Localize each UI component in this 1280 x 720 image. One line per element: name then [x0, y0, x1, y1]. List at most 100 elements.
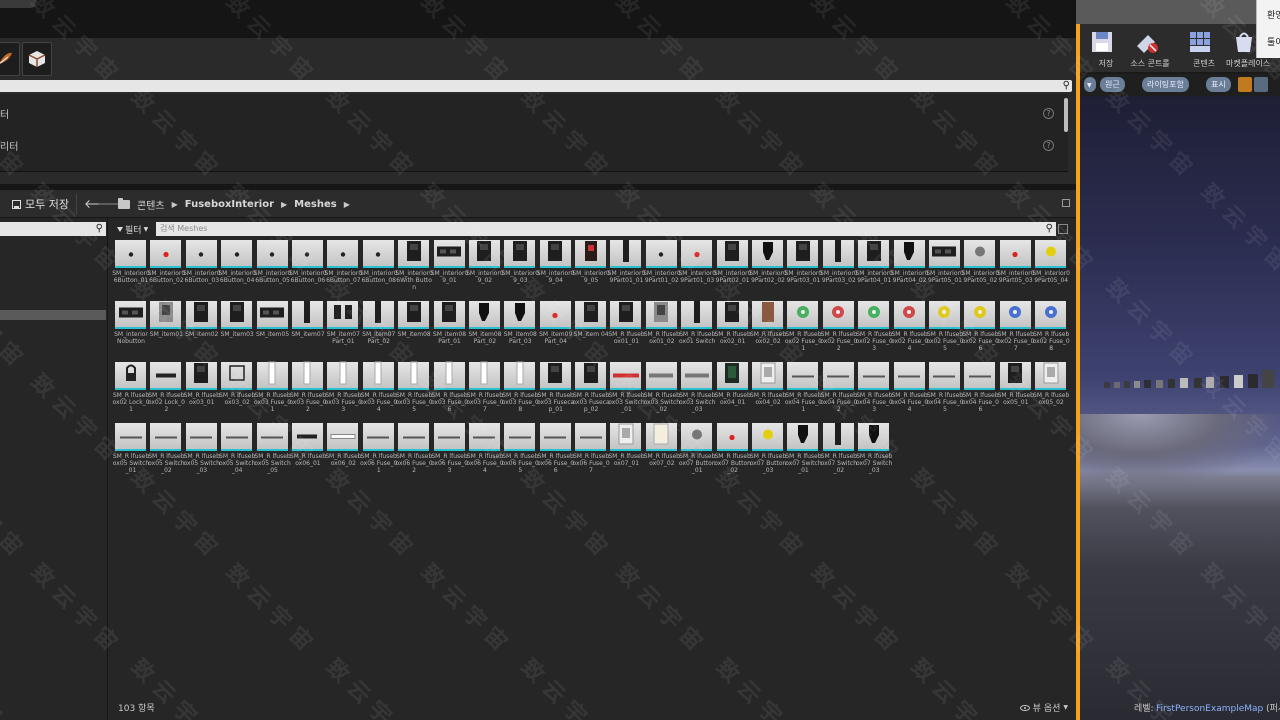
asset-tile[interactable]: SM_interior09_05: [572, 238, 610, 298]
asset-tile[interactable]: SM_R lfusebox03 Fuse_06: [431, 360, 468, 420]
asset-tile[interactable]: SM_R lfusebox03 Fuse_03: [325, 360, 362, 420]
asset-tile[interactable]: SM_interior09Part05_03: [997, 238, 1035, 298]
asset-tile[interactable]: SM_R lfusebox06 Fuse_01: [360, 421, 397, 481]
tab-stub[interactable]: [0, 0, 36, 8]
asset-tile[interactable]: SM_R lfusebox06 Fuse_02: [396, 421, 433, 481]
asset-tile[interactable]: SM_interior09_03: [502, 238, 539, 298]
asset-tile[interactable]: SM_R lfusebox03 Fuse_08: [502, 360, 539, 420]
asset-tile[interactable]: SM_R lfusebox06 Fuse_06: [537, 421, 574, 481]
asset-tile[interactable]: SM_R lfusebox02_01: [715, 299, 751, 359]
asset-tile[interactable]: SM_R lfusebox02 Fuse_07: [997, 299, 1034, 359]
asset-tile[interactable]: SM_R lfusebox05_01: [998, 360, 1034, 420]
view-options-button[interactable]: 뷰 옵션 ▼: [1019, 701, 1068, 714]
asset-tile[interactable]: SM_interior06Button_04: [218, 238, 256, 298]
asset-tile[interactable]: SM_R lfusebox04 Fuse_04: [891, 360, 928, 420]
asset-tile[interactable]: SM_item08 Part_02: [468, 299, 502, 359]
source-control-button[interactable]: 소스 콘트롤: [1128, 28, 1172, 68]
asset-tile[interactable]: SM_R lfusebox02 Fuse_01: [785, 299, 822, 359]
asset-tile[interactable]: SM_interior09Part05_01: [926, 238, 964, 298]
help-icon[interactable]: ?: [1043, 140, 1054, 151]
lit-mode-button[interactable]: 라이팅포함: [1142, 77, 1189, 92]
chevron-right-icon[interactable]: ▶: [172, 200, 178, 209]
geometry-tool-button[interactable]: [22, 42, 52, 76]
asset-tile[interactable]: SM_R lfusebox02 Fuse_03: [856, 299, 893, 359]
asset-tile[interactable]: SM_R lfusebox06 Fuse_04: [466, 421, 503, 481]
asset-tile[interactable]: SM_R lfusebox06_02: [325, 421, 361, 481]
asset-tile[interactable]: SM_interior06Button_02: [148, 238, 185, 298]
asset-tile[interactable]: SM_R lfusebox02 Fuse_05: [926, 299, 964, 359]
asset-tile[interactable]: SM_R lfusebox05 Switch_05: [254, 421, 291, 481]
show-button[interactable]: 표시: [1206, 77, 1231, 92]
chevron-right-icon[interactable]: ▶: [344, 200, 350, 209]
camera-speed-icon[interactable]: [1254, 77, 1268, 92]
details-row[interactable]: 터: [0, 106, 9, 121]
asset-tile[interactable]: SM_interior09Part04_02: [891, 238, 928, 298]
asset-tile[interactable]: SM_interior09Part01_01: [608, 238, 645, 298]
asset-tile[interactable]: SM_R lfusebox02 Fuse_02: [820, 299, 857, 359]
asset-tile[interactable]: SM_R lfusebox07 Switch_02: [821, 421, 857, 481]
save-search-icon[interactable]: [1058, 224, 1068, 234]
asset-tile[interactable]: SM_interior09Part05_04: [1032, 238, 1070, 298]
lock-icon[interactable]: [1062, 199, 1070, 207]
asset-tile[interactable]: SM_R lfusebox01_01: [608, 299, 645, 359]
asset-tile[interactable]: SM_R lfusebox04 Fuse_05: [926, 360, 964, 420]
asset-tile[interactable]: SM_interior09Part03_01: [785, 238, 822, 298]
asset-tile[interactable]: SM_interior09Part02_01: [714, 238, 751, 298]
save-all-button[interactable]: 모두 저장: [6, 194, 72, 214]
asset-tile[interactable]: SM_interior09Part05_02: [962, 238, 999, 298]
selected-folder[interactable]: [0, 310, 106, 320]
viewport-menu-button[interactable]: ▼: [1084, 77, 1096, 92]
asset-tile[interactable]: SM_R lfusebox02 Lock_01: [112, 360, 150, 420]
asset-tile[interactable]: SM_R lfusebox03 Switch_02: [644, 360, 680, 420]
asset-tile[interactable]: SM_R lfusebox07 Switch_01: [785, 421, 822, 481]
foliage-tool-button[interactable]: [0, 42, 20, 76]
asset-tile[interactable]: SM_R lfusebox03 Fusecap_02: [572, 360, 610, 420]
asset-tile[interactable]: SM_item 04: [574, 299, 609, 359]
asset-tile[interactable]: SM_interior06With Button: [395, 238, 433, 298]
asset-tile[interactable]: SM_interior09Part01_03: [678, 238, 716, 298]
asset-tile[interactable]: SM_R lfusebox07 Button_01: [679, 421, 716, 481]
asset-tile[interactable]: SM_R lfusebox01 Switch: [679, 299, 715, 359]
asset-tile[interactable]: SM_interior09Part04_01: [855, 238, 893, 298]
asset-tile[interactable]: SM_R lfusebox07_02: [644, 421, 680, 481]
asset-tile[interactable]: SM_item08 Part_01: [433, 299, 467, 359]
asset-tile[interactable]: SM_item07 Part_02: [362, 299, 396, 359]
asset-tile[interactable]: SM_R lfusebox02 Fuse_04: [891, 299, 928, 359]
asset-tile[interactable]: SM_R lfusebox02 Fuse_06: [962, 299, 999, 359]
asset-tile[interactable]: SM_item05: [256, 299, 290, 359]
asset-tile[interactable]: SM_item09 Part_04: [539, 299, 573, 359]
asset-tile[interactable]: SM_R lfusebox03 Switch_01: [608, 360, 645, 420]
asset-tile[interactable]: SM_interior06Button_05: [254, 238, 291, 298]
asset-tile[interactable]: SM_R lfusebox04 Fuse_01: [785, 360, 822, 420]
asset-tile[interactable]: SM_item03: [220, 299, 254, 359]
asset-tile[interactable]: SM_R lfusebox04_01: [715, 360, 751, 420]
breadcrumb-item[interactable]: FuseboxInterior: [185, 199, 274, 210]
asset-tile[interactable]: SM_interior06Button_08: [360, 238, 398, 298]
asset-tile[interactable]: SM_R lfusebox07 Button_03: [750, 421, 786, 481]
asset-tile[interactable]: SM_R lfusebox04 Fuse_02: [820, 360, 857, 420]
asset-tile[interactable]: SM_item08: [397, 299, 431, 359]
asset-tile[interactable]: SM_R lfusebox07 Switch_03: [856, 421, 892, 481]
breadcrumb-item[interactable]: Meshes: [294, 199, 337, 210]
asset-tile[interactable]: SM_item08 Part_03: [503, 299, 537, 359]
asset-tile[interactable]: SM_R lfusebox03_01: [184, 360, 220, 420]
asset-tile[interactable]: SM_R lfusebox03_02: [219, 360, 255, 420]
asset-tile[interactable]: SM_R lfusebox03 Fuse_04: [360, 360, 397, 420]
asset-tile[interactable]: SM_R lfusebox02 Lock_02: [148, 360, 185, 420]
asset-tile[interactable]: SM_R lfusebox03 Fusecap_01: [537, 360, 574, 420]
asset-tile[interactable]: SM_R lfusebox07_01: [608, 421, 645, 481]
asset-tile[interactable]: SM_R lfusebox03 Fuse_05: [396, 360, 433, 420]
folder-search-input[interactable]: ⚲: [0, 222, 106, 236]
asset-tile[interactable]: SM_interior06Button_07: [325, 238, 362, 298]
asset-tile[interactable]: SM_item02: [185, 299, 219, 359]
details-scrollbar[interactable]: [1064, 98, 1068, 132]
details-search-input[interactable]: ⚲: [0, 80, 1072, 92]
asset-tile[interactable]: SM_interior06Button_06: [289, 238, 327, 298]
asset-tile[interactable]: SM_R lfusebox06 Fuse_05: [502, 421, 539, 481]
asset-tile[interactable]: SM_R lfusebox05 Switch_02: [148, 421, 185, 481]
asset-tile[interactable]: SM_R lfusebox01_02: [644, 299, 680, 359]
asset-tile[interactable]: SM_R lfusebox02_02: [750, 299, 786, 359]
asset-tile[interactable]: SM_interior09Part01_02: [643, 238, 681, 298]
asset-tile[interactable]: SM_item07 Part_01: [326, 299, 360, 359]
asset-tile[interactable]: SM_interior09Part03_02: [820, 238, 858, 298]
